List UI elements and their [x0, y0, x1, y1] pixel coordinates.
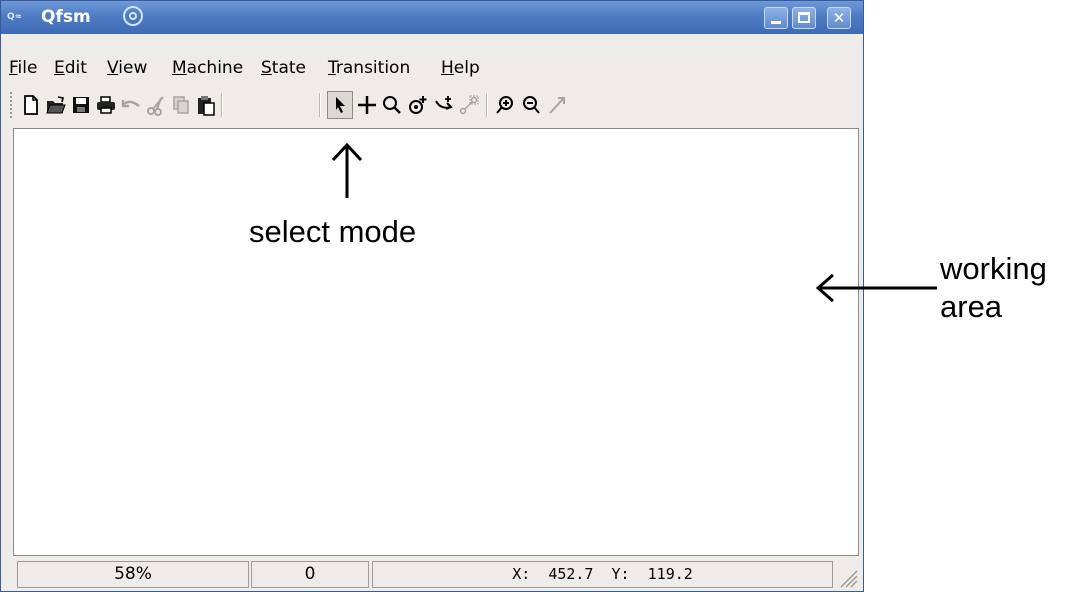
- toolbar: [1, 85, 863, 125]
- menu-view[interactable]: View: [107, 53, 147, 83]
- menu-view-mnemonic: V: [107, 58, 119, 78]
- select-mode-button[interactable]: [327, 91, 353, 119]
- add-state-icon: [409, 96, 427, 114]
- zoom-button[interactable]: [379, 91, 405, 119]
- pan-button[interactable]: [354, 91, 380, 119]
- menu-state-label: tate: [271, 58, 307, 78]
- menu-file-label: ile: [17, 58, 38, 78]
- zoom-out-icon: [523, 96, 540, 114]
- menu-transition-mnemonic: T: [328, 58, 336, 78]
- menu-state-mnemonic: S: [261, 58, 272, 78]
- resize-grip-icon[interactable]: [835, 565, 859, 589]
- menu-state[interactable]: State: [261, 53, 306, 83]
- minimize-button[interactable]: [764, 7, 788, 29]
- working-area-label-line2: area: [940, 289, 1003, 324]
- toolbar-separator: [486, 93, 488, 117]
- save-icon: [73, 97, 89, 113]
- menu-transition[interactable]: Transition: [328, 53, 410, 83]
- select-mode-arrow-icon: [331, 142, 363, 198]
- title-bar[interactable]: Q≈ Qfsm ✕: [1, 1, 863, 34]
- menu-bar: File Edit View Machine State Transition …: [1, 53, 863, 83]
- close-button[interactable]: ✕: [827, 7, 851, 29]
- menu-file-mnemonic: F: [9, 58, 18, 78]
- copy-icon: [173, 96, 189, 114]
- print-button[interactable]: [93, 91, 119, 119]
- new-file-icon: [24, 95, 38, 115]
- status-zoom: 58%: [17, 561, 249, 588]
- window-title: Qfsm: [41, 7, 91, 27]
- application-window: Q≈ Qfsm ✕ File Edit View Machine State T…: [0, 0, 864, 592]
- x-value: 452.7: [548, 565, 594, 583]
- select-mode-label: select mode: [249, 214, 417, 249]
- status-coordinates: X: 452.7 Y: 119.2: [372, 561, 833, 588]
- save-button[interactable]: [68, 91, 94, 119]
- status-bar: 58% 0 X: 452.7 Y: 119.2: [1, 559, 863, 591]
- app-icon[interactable]: Q≈: [7, 10, 33, 24]
- add-state-button[interactable]: [405, 91, 431, 119]
- working-area-canvas[interactable]: [13, 128, 859, 556]
- menu-help-label: elp: [453, 58, 480, 78]
- open-folder-icon: [46, 96, 66, 114]
- menu-edit-label: dit: [64, 58, 87, 78]
- new-file-button[interactable]: [18, 91, 44, 119]
- print-icon: [97, 96, 115, 114]
- undo-icon: [121, 100, 140, 108]
- maximize-button[interactable]: [792, 7, 816, 29]
- menu-help-mnemonic: H: [441, 58, 454, 78]
- simulate-button[interactable]: [544, 91, 570, 119]
- toolbar-separator: [221, 93, 223, 117]
- copy-button[interactable]: [168, 91, 194, 119]
- cut-icon: [147, 96, 164, 116]
- add-transition-button[interactable]: [431, 91, 457, 119]
- open-file-button[interactable]: [43, 91, 69, 119]
- zoom-in-icon: [496, 96, 513, 114]
- close-icon: ✕: [832, 9, 846, 27]
- add-transition-icon: [435, 96, 453, 110]
- pan-icon: [358, 96, 376, 114]
- menu-edit-mnemonic: E: [54, 58, 65, 78]
- zoom-out-button[interactable]: [518, 91, 544, 119]
- straighten-transition-button[interactable]: [456, 91, 482, 119]
- straighten-transition-icon: [459, 95, 479, 115]
- zoom-icon: [383, 96, 401, 114]
- menu-transition-label: ransition: [335, 58, 411, 78]
- cut-button[interactable]: [143, 91, 169, 119]
- toolbar-grip[interactable]: [9, 91, 13, 119]
- toolbar-separator: [319, 93, 321, 117]
- menu-machine-label: achine: [186, 58, 244, 78]
- sticky-icon[interactable]: [123, 6, 143, 26]
- x-label: X:: [512, 565, 531, 583]
- select-arrow-icon: [336, 97, 345, 113]
- simulate-icon: [549, 97, 565, 114]
- status-count: 0: [251, 561, 369, 588]
- menu-machine-mnemonic: M: [172, 58, 187, 78]
- paste-button[interactable]: [193, 91, 219, 119]
- undo-button[interactable]: [118, 91, 144, 119]
- menu-view-label: iew: [118, 58, 148, 78]
- paste-icon: [198, 96, 215, 116]
- menu-edit[interactable]: Edit: [54, 53, 87, 83]
- y-label: Y:: [611, 565, 630, 583]
- y-value: 119.2: [647, 565, 693, 583]
- menu-machine[interactable]: Machine: [172, 53, 243, 83]
- menu-help[interactable]: Help: [441, 53, 480, 83]
- working-area-label-line1: working: [940, 251, 1047, 286]
- working-area-arrow-icon: [815, 273, 937, 303]
- menu-file[interactable]: File: [9, 53, 37, 83]
- zoom-in-button[interactable]: [492, 91, 518, 119]
